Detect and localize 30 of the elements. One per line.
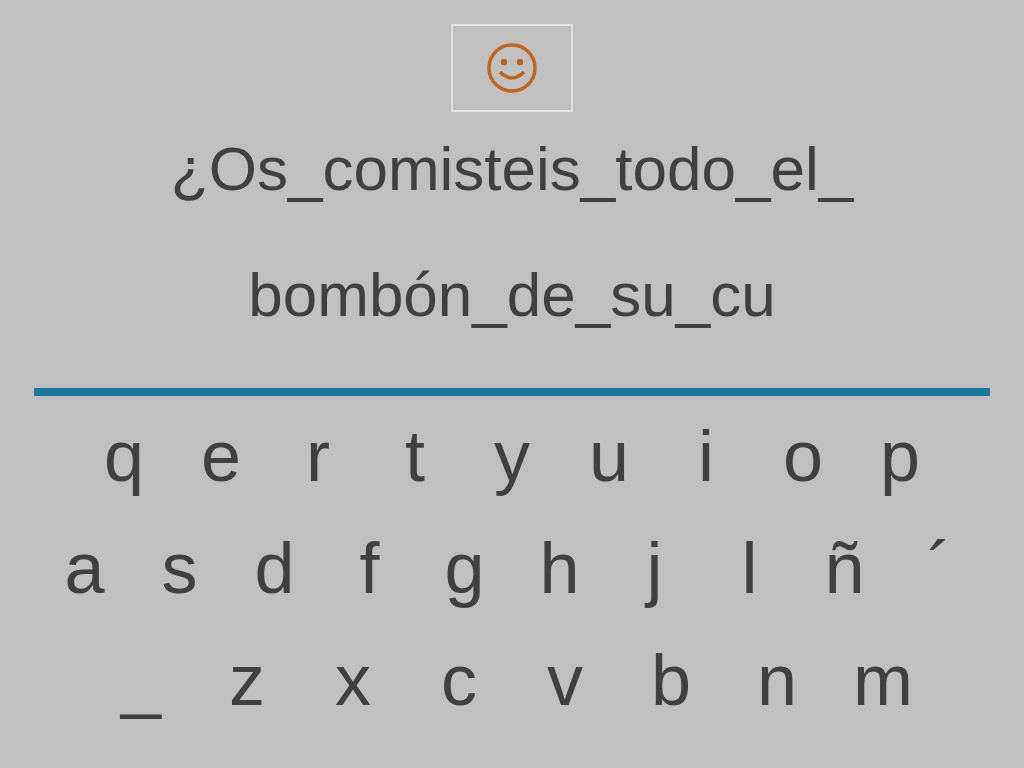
letter-key[interactable]: x bbox=[300, 642, 406, 718]
letter-key[interactable]: b bbox=[618, 642, 724, 718]
letter-key[interactable]: o bbox=[754, 418, 852, 494]
letter-key[interactable]: j bbox=[607, 530, 702, 606]
smiley-icon bbox=[486, 42, 538, 94]
letter-key[interactable]: i bbox=[657, 418, 755, 494]
letter-key[interactable]: d bbox=[227, 530, 322, 606]
prompt-text: ¿Os_comisteis_todo_el_ bbox=[170, 134, 854, 204]
letter-key[interactable]: t bbox=[366, 418, 464, 494]
letter-key[interactable]: u bbox=[560, 418, 658, 494]
letter-key[interactable]: c bbox=[406, 642, 512, 718]
letter-key[interactable]: e bbox=[172, 418, 270, 494]
letter-key[interactable]: s bbox=[132, 530, 227, 606]
letter-key[interactable]: a bbox=[37, 530, 132, 606]
letter-key[interactable]: _ bbox=[88, 642, 194, 718]
letter-key[interactable]: p bbox=[851, 418, 949, 494]
letter-key[interactable]: y bbox=[463, 418, 561, 494]
letter-key[interactable]: q bbox=[75, 418, 173, 494]
letter-key[interactable]: g bbox=[417, 530, 512, 606]
letter-key[interactable]: l bbox=[702, 530, 797, 606]
prompt-text: bombón_de_su_cu bbox=[248, 260, 776, 330]
letter-key[interactable]: z bbox=[194, 642, 300, 718]
letter-key[interactable]: n bbox=[724, 642, 830, 718]
letter-key[interactable]: m bbox=[830, 642, 936, 718]
letter-key[interactable]: ñ bbox=[797, 530, 892, 606]
letter-key[interactable]: v bbox=[512, 642, 618, 718]
letter-key[interactable]: r bbox=[269, 418, 367, 494]
letter-key[interactable]: ´ bbox=[892, 530, 987, 606]
letter-key[interactable]: f bbox=[322, 530, 417, 606]
letter-key[interactable]: h bbox=[512, 530, 607, 606]
